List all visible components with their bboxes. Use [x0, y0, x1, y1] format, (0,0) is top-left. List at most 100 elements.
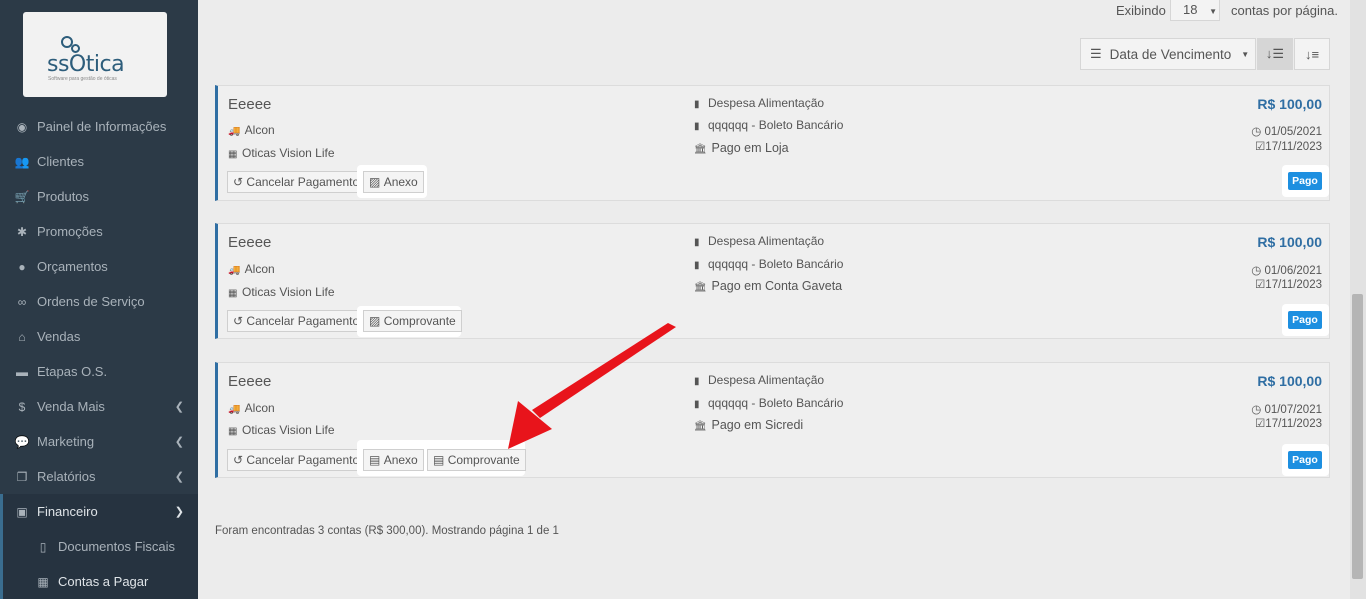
- asterisk-icon: ✱: [16, 224, 28, 239]
- cancel-payment-button[interactable]: ↺ Cancelar Pagamento: [227, 171, 366, 193]
- sidebar-item-promocoes[interactable]: ✱ Promoções: [0, 214, 198, 249]
- sidebar-item-label: Vendas: [37, 329, 81, 344]
- calendar-check-icon: ☑: [1254, 141, 1266, 153]
- bill-document: ▮ qqqqqq - Boleto Bancário: [694, 118, 844, 132]
- sidebar-item-label: Contas a Pagar: [58, 574, 149, 589]
- sidebar-item-painel[interactable]: ◉ Painel de Informações: [0, 109, 198, 144]
- building-icon: ▦: [228, 426, 238, 437]
- sidebar-item-ordens-servico[interactable]: ∞ Ordens de Serviço: [0, 284, 198, 319]
- bill-due-date: ◷ 01/05/2021: [1251, 126, 1322, 138]
- sort-ascending-button[interactable]: ↓☰: [1257, 38, 1293, 70]
- bill-payment-place: 🏛 Pago em Loja: [694, 141, 789, 155]
- caret-down-icon: ▼: [1209, 7, 1218, 16]
- basket-icon: ⌂: [18, 329, 26, 344]
- sort-descending-icon: ↓≡: [1304, 46, 1320, 62]
- bank-icon: 🏛: [694, 282, 707, 293]
- sidebar-item-documentos-fiscais[interactable]: ▯ Documentos Fiscais: [0, 529, 198, 564]
- status-badge: Pago: [1288, 451, 1322, 469]
- comments-icon: 💬: [14, 434, 30, 449]
- bill-card: Eeeee 🚚 Alcon ▦ Oticas Vision Life ▮ Despe…: [215, 223, 1330, 339]
- sidebar-item-vendas[interactable]: ⌂ Vendas: [0, 319, 198, 354]
- bill-paid-date: ☑17/11/2023: [1254, 279, 1322, 291]
- user-circle-icon: ●: [18, 259, 26, 274]
- chevron-down-icon: ❯: [174, 506, 184, 518]
- page-scrollbar[interactable]: [1350, 0, 1366, 599]
- bill-payment-place: 🏛 Pago em Conta Gaveta: [694, 279, 843, 293]
- chevron-left-icon: ❮: [174, 401, 184, 413]
- attachment-button[interactable]: ▨ Anexo: [363, 171, 424, 193]
- sidebar-item-label: Ordens de Serviço: [37, 294, 145, 309]
- dollar-icon: $: [18, 399, 26, 414]
- bill-card: Eeeee 🚚 Alcon ▦ Oticas Vision Life ▮ Despe…: [215, 362, 1330, 478]
- sidebar-item-label: Relatórios: [37, 469, 96, 484]
- receipt-button[interactable]: ▤ Comprovante: [427, 449, 526, 471]
- sidebar-item-contas-a-pagar[interactable]: ▦ Contas a Pagar: [0, 564, 198, 599]
- dashboard-icon: ◉: [16, 119, 28, 134]
- sidebar-item-marketing[interactable]: 💬 Marketing ❮: [0, 424, 198, 459]
- sidebar-item-label: Painel de Informações: [37, 119, 167, 134]
- image-icon: ▨: [369, 175, 381, 189]
- bill-title: Eeeee: [228, 373, 272, 390]
- clock-icon: ◷: [1251, 126, 1262, 138]
- building-icon: ▦: [228, 288, 238, 299]
- chevron-left-icon: ❮: [174, 436, 184, 448]
- bill-card: Eeeee 🚚 Alcon ▦ Oticas Vision Life ▮ Despe…: [215, 85, 1330, 201]
- sidebar-item-financeiro[interactable]: ▣ Financeiro ❯: [0, 494, 198, 529]
- bill-category: ▮ Despesa Alimentação: [694, 96, 825, 110]
- file-icon: ▮: [694, 260, 700, 271]
- status-badge: Pago: [1288, 311, 1322, 329]
- sort-field-value: Data de Vencimento: [1109, 46, 1232, 62]
- sidebar-item-produtos[interactable]: 🛒 Produtos: [0, 179, 198, 214]
- per-page-select[interactable]: 18 ▼: [1170, 0, 1220, 21]
- file-icon: ▯: [39, 539, 47, 554]
- cart-icon: 🛒: [14, 189, 30, 204]
- cancel-payment-button[interactable]: ↺ Cancelar Pagamento: [227, 310, 366, 332]
- sidebar-item-clientes[interactable]: 👥 Clientes: [0, 144, 198, 179]
- sidebar: ssOtica Software para gestão de óticas ◉…: [0, 0, 198, 599]
- receipt-button[interactable]: ▨ Comprovante: [363, 310, 462, 332]
- sidebar-item-label: Documentos Fiscais: [58, 539, 176, 554]
- brand-logo[interactable]: ssOtica Software para gestão de óticas: [23, 12, 167, 97]
- clock-icon: ◷: [1251, 404, 1262, 416]
- caret-down-icon: ▼: [1241, 49, 1250, 59]
- pdf-file-icon: ▤: [433, 453, 445, 467]
- bill-document: ▮ qqqqqq - Boleto Bancário: [694, 257, 844, 271]
- bill-supplier: 🚚 Alcon: [228, 262, 275, 276]
- sidebar-item-relatorios[interactable]: ❐ Relatórios ❮: [0, 459, 198, 494]
- sidebar-item-venda-mais[interactable]: $ Venda Mais ❮: [0, 389, 198, 424]
- image-icon: ▨: [369, 314, 381, 328]
- sidebar-item-label: Produtos: [37, 189, 90, 204]
- sidebar-item-etapas-os[interactable]: ▬ Etapas O.S.: [0, 354, 198, 389]
- sidebar-item-label: Etapas O.S.: [37, 364, 108, 379]
- file-icon: ▮: [694, 121, 700, 132]
- bill-due-date: ◷ 01/07/2021: [1251, 404, 1322, 416]
- sidebar-item-label: Venda Mais: [37, 399, 105, 414]
- bill-due-date: ◷ 01/06/2021: [1251, 265, 1322, 277]
- bill-payment-place: 🏛 Pago em Sicredi: [694, 418, 804, 432]
- truck-icon: 🚚: [228, 404, 241, 415]
- glasses-icon: ∞: [17, 294, 27, 309]
- building-icon: ▦: [228, 149, 238, 160]
- bill-store: ▦ Oticas Vision Life: [228, 146, 335, 160]
- card-icon: ▬: [16, 364, 28, 379]
- bill-category: ▮ Despesa Alimentação: [694, 234, 825, 248]
- undo-icon: ↺: [233, 314, 244, 328]
- bank-icon: 🏛: [694, 144, 707, 155]
- scrollbar-thumb[interactable]: [1352, 294, 1363, 579]
- cancel-payment-button[interactable]: ↺ Cancelar Pagamento: [227, 449, 366, 471]
- sort-ascending-icon: ↓☰: [1265, 46, 1285, 61]
- sidebar-item-orcamentos[interactable]: ● Orçamentos: [0, 249, 198, 284]
- bill-paid-date: ☑17/11/2023: [1254, 418, 1322, 430]
- sort-field-select[interactable]: ☰ Data de Vencimento ▼: [1080, 38, 1256, 70]
- attachment-button[interactable]: ▤ Anexo: [363, 449, 424, 471]
- calendar-check-icon: ☑: [1254, 418, 1266, 430]
- undo-icon: ↺: [233, 453, 244, 467]
- bill-supplier: 🚚 Alcon: [228, 123, 275, 137]
- list-ordered-icon: ☰: [1090, 46, 1102, 61]
- per-page-value: 18: [1183, 2, 1198, 17]
- copy-icon: ❐: [16, 469, 28, 484]
- truck-icon: 🚚: [228, 265, 241, 276]
- bill-store: ▦ Oticas Vision Life: [228, 423, 335, 437]
- bill-amount: R$ 100,00: [1257, 96, 1322, 112]
- sort-descending-button[interactable]: ↓≡: [1294, 38, 1330, 70]
